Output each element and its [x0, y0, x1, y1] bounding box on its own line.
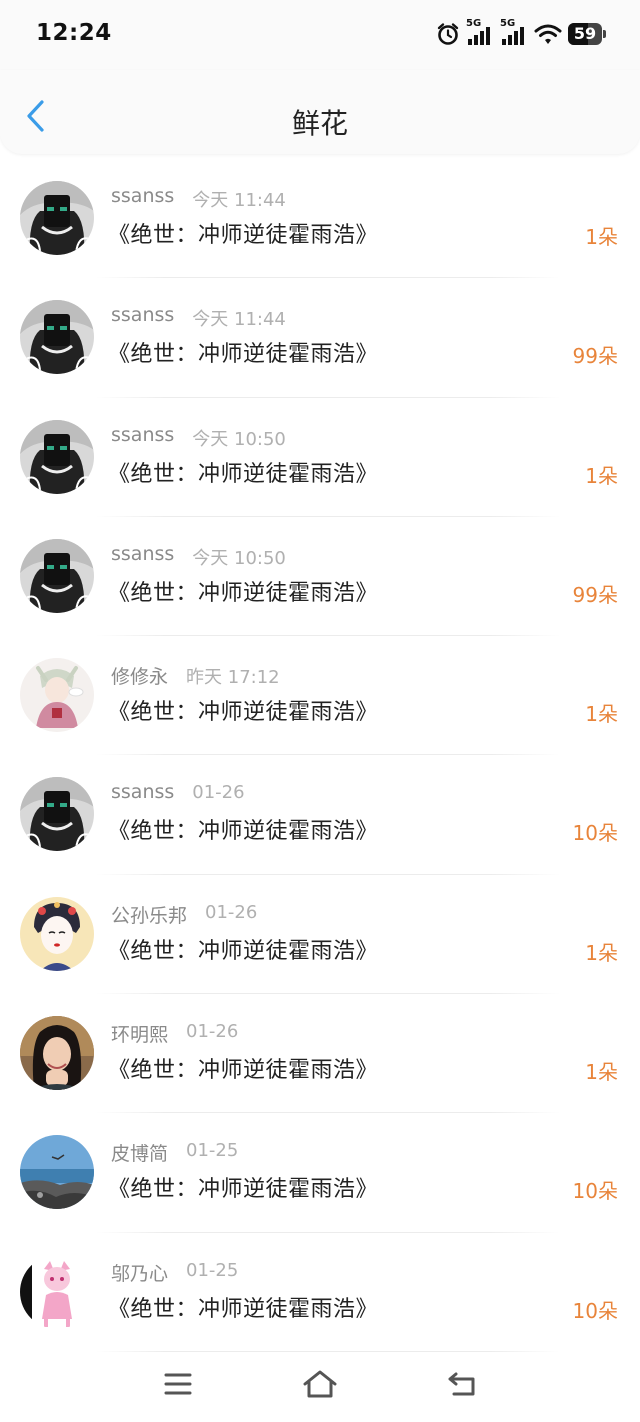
gift-row[interactable]: ssanss 今天 11:44 《绝世：冲师逆徒霍雨浩》 99朵 [0, 278, 640, 398]
avatar[interactable] [20, 1254, 94, 1329]
book-title[interactable]: 《绝世：冲师逆徒霍雨浩》 [108, 336, 378, 368]
gift-row[interactable]: 公孙乐邦 01-26 《绝世：冲师逆徒霍雨浩》 1朵 [0, 875, 640, 995]
user-name[interactable]: ssanss [111, 781, 174, 803]
avatar[interactable] [20, 658, 94, 733]
avatar[interactable] [20, 181, 94, 255]
book-title[interactable]: 《绝世：冲师逆徒霍雨浩》 [108, 813, 378, 845]
flower-amount: 1朵 [585, 940, 618, 965]
menu-icon [163, 1371, 193, 1401]
menu-button[interactable] [158, 1366, 198, 1406]
user-name[interactable]: 环明熙 [111, 1020, 168, 1047]
flower-amount: 1朵 [585, 702, 618, 727]
gift-time: 今天 10:50 [192, 547, 286, 569]
avatar[interactable] [20, 419, 94, 494]
gift-time: 今天 11:44 [192, 190, 286, 211]
signal-icon: 5G [466, 18, 494, 47]
gift-time: 01-25 [186, 1140, 239, 1162]
gift-time: 今天 11:44 [192, 309, 286, 331]
nav-bar: 鲜花 [0, 70, 640, 154]
back-icon [446, 1370, 478, 1402]
gift-row[interactable]: 环明熙 01-26 《绝世：冲师逆徒霍雨浩》 1朵 [0, 994, 640, 1114]
flower-amount: 99朵 [572, 344, 618, 369]
gift-row[interactable]: 修修永 昨天 17:12 《绝世：冲师逆徒霍雨浩》 1朵 [0, 636, 640, 756]
book-title[interactable]: 《绝世：冲师逆徒霍雨浩》 [108, 933, 378, 965]
system-back-button[interactable] [442, 1366, 482, 1406]
gift-row[interactable]: 邬乃心 01-25 《绝世：冲师逆徒霍雨浩》 10朵 [0, 1233, 640, 1352]
alarm-icon [436, 22, 460, 46]
battery-level: 59 [573, 24, 597, 43]
flower-amount: 10朵 [572, 1298, 618, 1323]
book-title[interactable]: 《绝世：冲师逆徒霍雨浩》 [108, 456, 378, 488]
user-name[interactable]: ssanss [111, 543, 174, 565]
flower-amount: 1朵 [585, 463, 618, 488]
battery-icon: 59 [568, 23, 606, 45]
flower-amount: 1朵 [585, 225, 618, 249]
flower-amount: 10朵 [572, 821, 618, 846]
avatar[interactable] [20, 1135, 94, 1210]
gift-time: 昨天 17:12 [186, 667, 280, 689]
gift-time: 01-26 [192, 782, 245, 804]
book-title[interactable]: 《绝世：冲师逆徒霍雨浩》 [108, 1171, 378, 1203]
status-icons: 5G 5G 59 [436, 18, 606, 48]
wifi-icon [534, 22, 562, 46]
gift-row[interactable]: 皮博简 01-25 《绝世：冲师逆徒霍雨浩》 10朵 [0, 1113, 640, 1233]
user-name[interactable]: 修修永 [111, 662, 168, 689]
avatar[interactable] [20, 538, 94, 613]
gift-time: 01-25 [186, 1259, 239, 1281]
gift-row[interactable]: ssanss 今天 10:50 《绝世：冲师逆徒霍雨浩》 99朵 [0, 517, 640, 637]
status-time: 12:24 [36, 20, 112, 46]
user-name[interactable]: ssanss [111, 185, 174, 207]
avatar[interactable] [20, 777, 94, 852]
user-name[interactable]: 皮博简 [111, 1139, 168, 1166]
flower-amount: 99朵 [572, 582, 618, 607]
avatar[interactable] [20, 896, 94, 971]
gift-list: ssanss 今天 11:44 《绝世：冲师逆徒霍雨浩》 1朵 ssanss 今天 11:… [0, 159, 640, 1352]
gift-row[interactable]: ssanss 今天 11:44 《绝世：冲师逆徒霍雨浩》 1朵 [0, 159, 640, 279]
book-title[interactable]: 《绝世：冲师逆徒霍雨浩》 [108, 694, 378, 726]
book-title[interactable]: 《绝世：冲师逆徒霍雨浩》 [108, 217, 378, 249]
page-title: 鲜花 [291, 107, 348, 140]
book-title[interactable]: 《绝世：冲师逆徒霍雨浩》 [108, 575, 378, 607]
user-name[interactable]: 邬乃心 [111, 1259, 168, 1286]
gift-time: 01-26 [205, 901, 258, 923]
gift-row[interactable]: ssanss 今天 10:50 《绝世：冲师逆徒霍雨浩》 1朵 [0, 398, 640, 517]
home-icon [302, 1369, 338, 1403]
flower-amount: 1朵 [585, 1060, 618, 1085]
user-name[interactable]: 公孙乐邦 [111, 901, 187, 928]
book-title[interactable]: 《绝世：冲师逆徒霍雨浩》 [108, 1052, 378, 1084]
book-title[interactable]: 《绝世：冲师逆徒霍雨浩》 [108, 1291, 378, 1323]
gift-row[interactable]: ssanss 01-26 《绝世：冲师逆徒霍雨浩》 10朵 [0, 755, 640, 875]
status-bar: 12:24 5G 5G 59 [0, 0, 640, 70]
gift-time: 今天 10:50 [192, 428, 286, 450]
flower-amount: 10朵 [572, 1179, 618, 1204]
gift-time: 01-26 [186, 1021, 239, 1043]
avatar[interactable] [20, 1016, 94, 1091]
avatar[interactable] [20, 300, 94, 375]
signal-icon: 5G [500, 18, 528, 47]
user-name[interactable]: ssanss [111, 424, 174, 446]
system-nav-bar [0, 1352, 640, 1422]
user-name[interactable]: ssanss [111, 304, 174, 326]
home-button[interactable] [300, 1366, 340, 1406]
